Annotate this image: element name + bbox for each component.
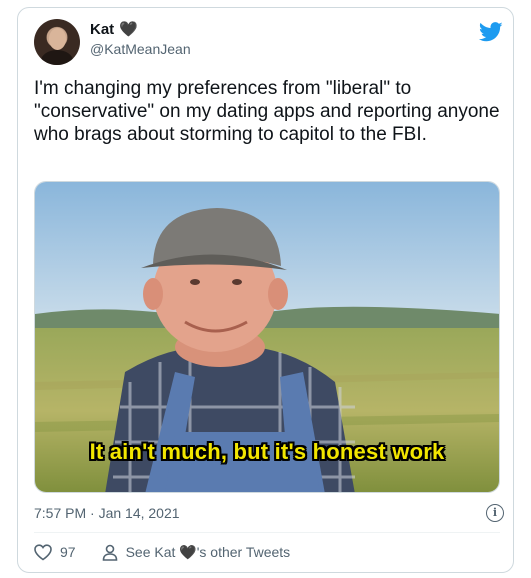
author-display-name[interactable]: Kat 🖤: [90, 21, 138, 38]
tweet-text: I'm changing my preferences from "libera…: [34, 78, 500, 145]
tweet-actions: 97 See Kat 🖤's other Tweets: [34, 541, 290, 563]
see-other-tweets-link[interactable]: See Kat 🖤's other Tweets: [102, 544, 291, 561]
see-tweets-prefix: See Kat: [125, 543, 180, 560]
info-icon[interactable]: i: [486, 504, 504, 522]
tweet-media-image[interactable]: It ain't much, but it's honest work: [34, 181, 500, 493]
divider: [34, 532, 500, 533]
avatar[interactable]: [34, 19, 80, 65]
author-name[interactable]: Kat: [90, 21, 114, 38]
black-heart-icon: 🖤: [179, 543, 197, 560]
person-icon: [102, 544, 117, 561]
see-other-tweets-label: See Kat 🖤's other Tweets: [126, 544, 291, 561]
tweet-card[interactable]: Kat 🖤 @KatMeanJean I'm changing my prefe…: [17, 7, 514, 573]
heart-outline-icon: [34, 543, 52, 560]
like-button[interactable]: 97: [34, 543, 76, 561]
see-tweets-suffix: 's other Tweets: [196, 543, 291, 560]
black-heart-icon: 🖤: [119, 21, 138, 38]
avatar-body: [41, 50, 73, 65]
timestamp-row: 7:57 PM · Jan 14, 2021 i: [34, 502, 504, 524]
like-count: 97: [60, 544, 76, 560]
tweet-timestamp[interactable]: 7:57 PM · Jan 14, 2021: [34, 505, 180, 521]
twitter-bird-icon[interactable]: [479, 22, 503, 42]
avatar-face: [49, 28, 66, 50]
meme-caption: It ain't much, but it's honest work: [89, 439, 445, 464]
author-handle[interactable]: @KatMeanJean: [90, 41, 191, 57]
